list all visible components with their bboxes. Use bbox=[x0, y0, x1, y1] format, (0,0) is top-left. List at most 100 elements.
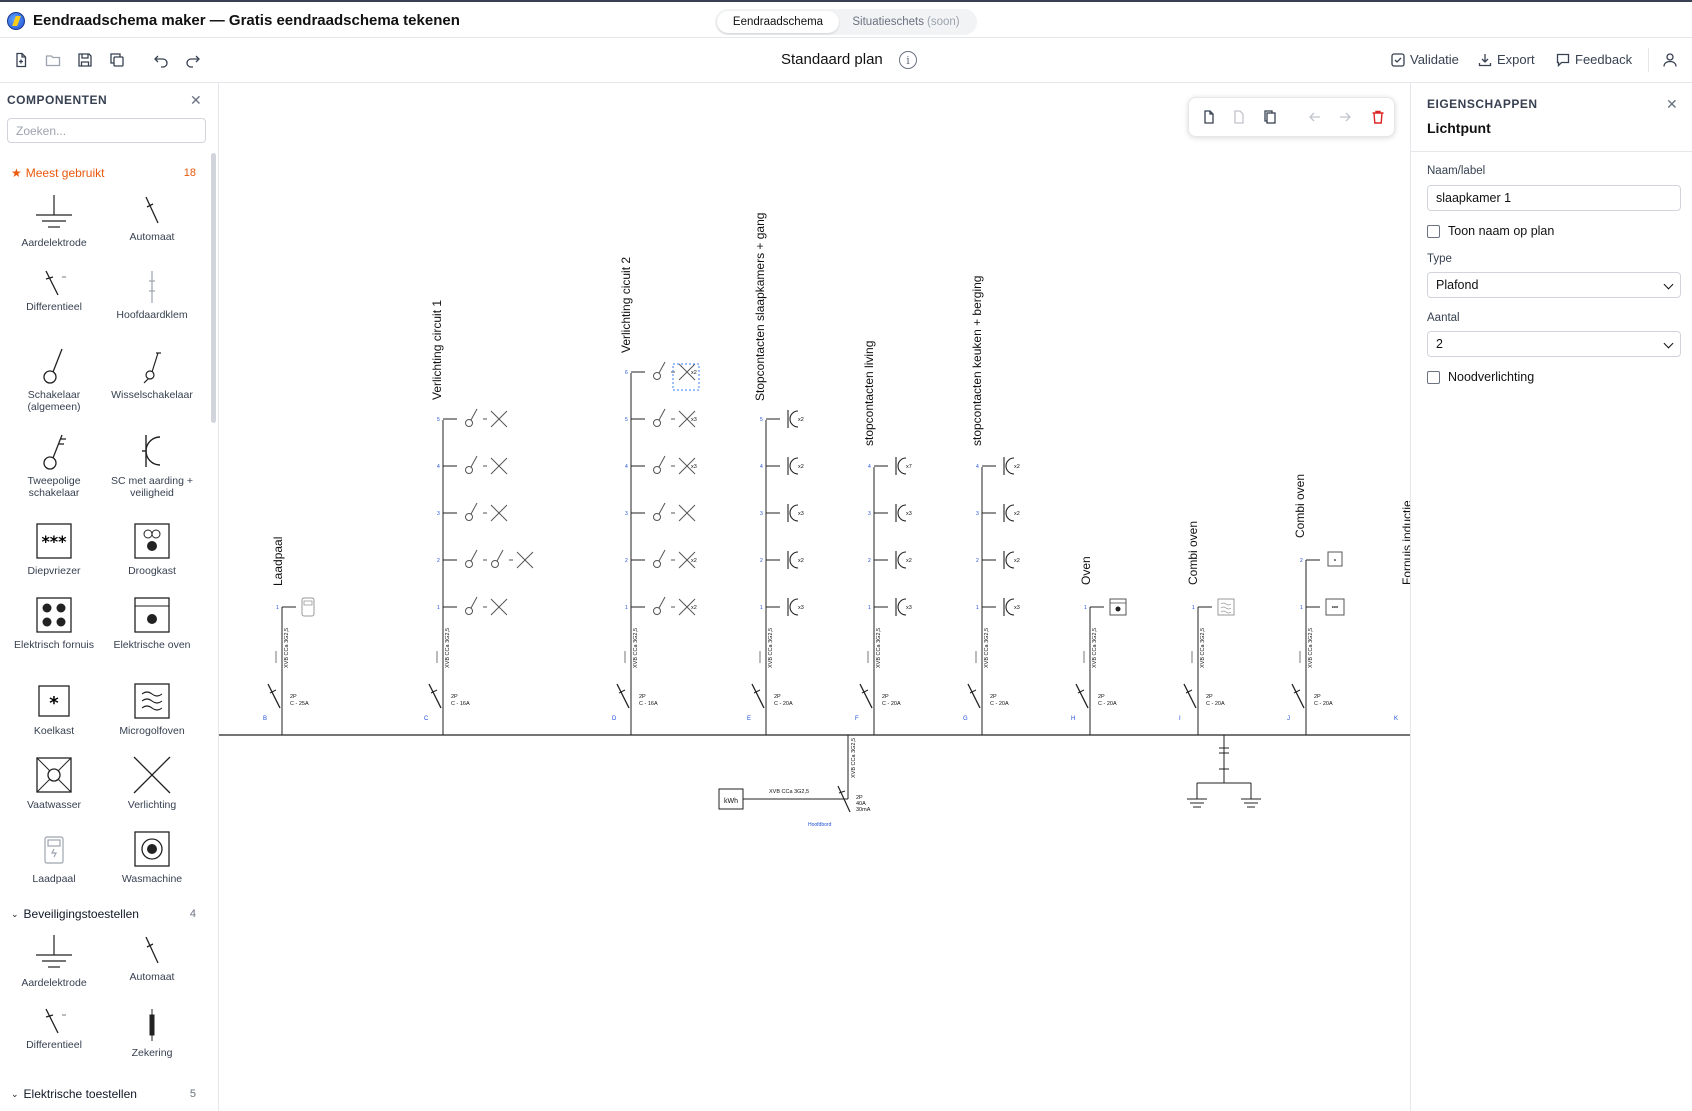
row-number: 5 bbox=[760, 417, 763, 423]
tab-situatieschets[interactable]: Situatieschets (soon) bbox=[839, 11, 973, 33]
row-number: 1 bbox=[1084, 605, 1087, 611]
redo-icon[interactable] bbox=[185, 52, 201, 68]
open-folder-icon[interactable] bbox=[45, 52, 61, 68]
row-number: 4 bbox=[625, 464, 628, 470]
component-verlichting[interactable]: Verlichting bbox=[104, 755, 200, 811]
component-tweepolige-schakelaar[interactable]: Tweepolige schakelaar bbox=[6, 431, 102, 499]
main-earth-clamp-icon bbox=[149, 271, 155, 303]
cable-label: XVB CCa 3G2,5 bbox=[1200, 628, 1206, 668]
breaker-rating: C - 20A bbox=[882, 701, 901, 707]
count-select[interactable]: 2 bbox=[1427, 331, 1681, 357]
section-favorites[interactable]: ★ Meest gebruikt 18 bbox=[11, 166, 196, 180]
export-button[interactable]: Export bbox=[1478, 52, 1535, 67]
duplicate-icon[interactable] bbox=[109, 52, 125, 68]
freezer-stars: *** bbox=[1332, 606, 1339, 612]
component-hoofdaardklem[interactable]: Hoofdaardklem bbox=[104, 269, 200, 321]
section-elektrische-toestellen[interactable]: ⌄ Elektrische toestellen 5 bbox=[11, 1087, 196, 1101]
close-icon[interactable]: ✕ bbox=[1666, 96, 1678, 113]
row-number: 2 bbox=[976, 558, 979, 564]
component-sc-aarding[interactable]: SC met aarding + veiligheid bbox=[104, 431, 200, 499]
move-left-icon[interactable] bbox=[1307, 109, 1323, 125]
component-differentieel-2[interactable]: Differentieel bbox=[6, 1007, 102, 1051]
cable-label: XVB CCa 3G2,5 bbox=[445, 628, 451, 668]
component-differentieel[interactable]: Differentieel bbox=[6, 269, 102, 313]
move-right-icon[interactable] bbox=[1337, 109, 1353, 125]
breaker-rating: C - 20A bbox=[1314, 701, 1333, 707]
search-input[interactable] bbox=[7, 118, 206, 143]
export-label: Export bbox=[1497, 52, 1535, 67]
component-wisselschakelaar[interactable]: Wisselschakelaar bbox=[104, 345, 200, 401]
info-icon[interactable]: i bbox=[899, 51, 917, 69]
component-microgolfoven[interactable]: Microgolfoven bbox=[104, 681, 200, 737]
count-select-value: 2 bbox=[1436, 337, 1443, 351]
component-elektrische-oven[interactable]: Elektrische oven bbox=[104, 595, 200, 651]
component-automaat-2[interactable]: Automaat bbox=[104, 933, 200, 983]
feedback-button[interactable]: Feedback bbox=[1556, 52, 1632, 67]
component-label: SC met aarding + veiligheid bbox=[110, 475, 193, 499]
socket-earth-icon bbox=[142, 435, 161, 467]
component-aardelektrode-2[interactable]: Aardelektrode bbox=[6, 933, 102, 989]
switch-symbol bbox=[465, 466, 473, 474]
switch-symbol bbox=[470, 549, 478, 562]
show-name-checkbox[interactable]: Toon naam op plan bbox=[1427, 224, 1554, 238]
component-automaat[interactable]: Automaat bbox=[104, 193, 200, 243]
circuit-letter: C bbox=[424, 716, 429, 722]
breaker-poles: 2P bbox=[290, 694, 297, 700]
circuit-letter: I bbox=[1179, 716, 1181, 722]
cable-label: XVB CCa 3G2,5 bbox=[768, 628, 774, 668]
breaker-rating: C - 20A bbox=[1206, 701, 1225, 707]
section-label: Elektrische toestellen bbox=[23, 1087, 137, 1101]
name-field[interactable]: slaapkamer 1 bbox=[1427, 185, 1681, 211]
section-beveiligingstoestellen[interactable]: ⌄ Beveiligingstoestellen 4 bbox=[11, 907, 196, 921]
component-laadpaal[interactable]: Laadpaal bbox=[6, 829, 102, 885]
plan-title[interactable]: Standaard plan bbox=[781, 51, 883, 68]
app-title: Eendraadschema maker — Gratis eendraadsc… bbox=[33, 12, 460, 29]
checkbox-box[interactable] bbox=[1427, 224, 1440, 238]
duplicate-icon[interactable] bbox=[1262, 109, 1278, 125]
component-vaatwasser[interactable]: Vaatwasser bbox=[6, 755, 102, 811]
emergency-checkbox[interactable]: Noodverlichting bbox=[1427, 370, 1534, 384]
cable-label: XVB CCa 3G2,5 bbox=[1308, 628, 1314, 668]
earth-electrode[interactable] bbox=[1187, 735, 1261, 808]
new-file-icon[interactable] bbox=[13, 52, 29, 68]
undo-icon[interactable] bbox=[153, 52, 169, 68]
paste-icon[interactable] bbox=[1231, 109, 1247, 125]
validate-button[interactable]: Validatie bbox=[1391, 52, 1459, 67]
type-select[interactable]: Plafond bbox=[1427, 272, 1681, 298]
diagram-canvas[interactable]: Laadpaal Verlichting circuit 1 Verlichti… bbox=[219, 83, 1410, 1111]
circuits-group: 2PC - 25AXVB CCa 3G2,512PC - 16AXVB CCa … bbox=[267, 361, 1345, 735]
checkbox-box[interactable] bbox=[1427, 370, 1440, 384]
user-icon[interactable] bbox=[1662, 52, 1678, 68]
component-aardelektrode[interactable]: Aardelektrode bbox=[6, 193, 102, 249]
main-board-label: Hoofdbord bbox=[808, 822, 832, 828]
light-count: x2 bbox=[691, 605, 697, 611]
socket-symbol bbox=[897, 598, 907, 616]
component-koelkast[interactable]: * Koelkast bbox=[6, 681, 102, 737]
component-elektrisch-fornuis[interactable]: Elektrisch fornuis bbox=[6, 595, 102, 651]
component-label: Differentieel bbox=[26, 301, 82, 313]
breaker-rating: C - 20A bbox=[990, 701, 1009, 707]
type-select-value: Plafond bbox=[1436, 278, 1479, 292]
component-diepvriezer[interactable]: *** Diepvriezer bbox=[6, 521, 102, 577]
component-zekering[interactable]: Zekering bbox=[104, 1007, 200, 1059]
selection-box[interactable] bbox=[672, 363, 700, 391]
two-way-switch-icon bbox=[143, 352, 161, 384]
copy-icon[interactable] bbox=[1201, 109, 1217, 125]
freezer-icon: *** bbox=[36, 523, 72, 559]
socket-count: x2 bbox=[798, 558, 804, 564]
socket-count: x7 bbox=[906, 464, 912, 470]
sidebar-scrollbar[interactable] bbox=[211, 153, 216, 423]
close-icon[interactable]: ✕ bbox=[190, 92, 202, 109]
component-droogkast[interactable]: Droogkast bbox=[104, 521, 200, 577]
component-schakelaar[interactable]: Schakelaar (algemeen) bbox=[6, 345, 102, 413]
light-point-icon bbox=[133, 756, 171, 794]
single-line-diagram: 2PC - 25AXVB CCa 3G2,512PC - 16AXVB CCa … bbox=[219, 361, 1410, 828]
component-wasmachine[interactable]: Wasmachine bbox=[104, 829, 200, 885]
tab-eendraadschema[interactable]: Eendraadschema bbox=[717, 11, 839, 33]
type-label: Type bbox=[1427, 253, 1452, 265]
save-icon[interactable] bbox=[77, 52, 93, 68]
switch-symbol bbox=[465, 607, 473, 615]
delete-icon[interactable] bbox=[1370, 109, 1386, 125]
svg-text:*: * bbox=[49, 693, 59, 714]
socket-count: x2 bbox=[1014, 558, 1020, 564]
